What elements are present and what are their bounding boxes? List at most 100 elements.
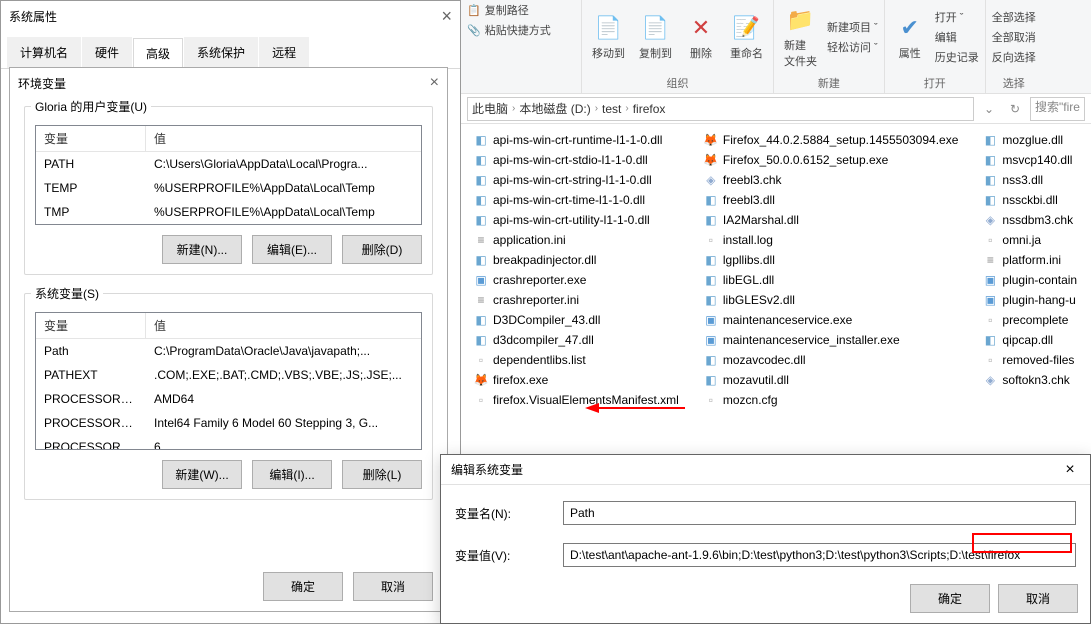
file-item[interactable]: ◧qipcap.dll [978, 330, 1081, 350]
copy-path[interactable]: 📋复制路径 [467, 2, 575, 18]
table-row[interactable]: PROCESSOR_AR...AMD64 [36, 387, 421, 411]
edit-sys-var-button[interactable]: 编辑(I)... [252, 460, 332, 489]
column-header-value[interactable]: 值 [146, 126, 421, 151]
file-item[interactable]: ▫removed-files [978, 350, 1081, 370]
chevron-right-icon[interactable]: › [593, 103, 600, 114]
file-item[interactable]: ▫dependentlibs.list [469, 350, 683, 370]
breadcrumb-drive[interactable]: 本地磁盘 (D:) [519, 100, 590, 117]
file-item[interactable]: ◧libEGL.dll [699, 270, 963, 290]
delete-user-var-button[interactable]: 删除(D) [342, 235, 422, 264]
table-row[interactable]: TMP%USERPROFILE%\AppData\Local\Temp [36, 200, 421, 224]
edit-user-var-button[interactable]: 编辑(E)... [252, 235, 332, 264]
ok-button[interactable]: 确定 [910, 584, 990, 613]
file-item[interactable]: ◈nssdbm3.chk [978, 210, 1081, 230]
file-item[interactable]: ◧nssckbi.dll [978, 190, 1081, 210]
paste-shortcut[interactable]: 📎粘贴快捷方式 [467, 22, 575, 38]
table-row[interactable]: TEMP%USERPROFILE%\AppData\Local\Temp [36, 176, 421, 200]
file-item[interactable]: ◧d3dcompiler_47.dll [469, 330, 683, 350]
file-item[interactable]: ◧api-ms-win-crt-stdio-l1-1-0.dll [469, 150, 683, 170]
file-item[interactable]: ◧mozavutil.dll [699, 370, 963, 390]
refresh-icon[interactable]: ↻ [1004, 98, 1026, 120]
file-item[interactable]: ◈freebl3.chk [699, 170, 963, 190]
close-icon[interactable]: × [430, 74, 439, 92]
file-item[interactable]: ◧api-ms-win-crt-string-l1-1-0.dll [469, 170, 683, 190]
table-row[interactable]: PATHEXT.COM;.EXE;.BAT;.CMD;.VBS;.VBE;.JS… [36, 363, 421, 387]
table-row[interactable]: PATHC:\Users\Gloria\AppData\Local\Progra… [36, 152, 421, 176]
new-user-var-button[interactable]: 新建(N)... [162, 235, 242, 264]
chevron-right-icon[interactable]: › [623, 103, 630, 114]
file-item[interactable]: ◧mozavcodec.dll [699, 350, 963, 370]
file-item[interactable]: ▣maintenanceservice_installer.exe [699, 330, 963, 350]
file-item[interactable]: ◧D3DCompiler_43.dll [469, 310, 683, 330]
tab-remote[interactable]: 远程 [259, 37, 309, 68]
chevron-right-icon[interactable]: › [510, 103, 517, 114]
file-item[interactable]: ◧breakpadinjector.dll [469, 250, 683, 270]
variable-name-input[interactable] [563, 501, 1076, 525]
file-item[interactable]: 🦊Firefox_44.0.2.5884_setup.1455503094.ex… [699, 130, 963, 150]
select-none[interactable]: 全部取消 [992, 29, 1036, 45]
file-item[interactable]: ▣crashreporter.exe [469, 270, 683, 290]
file-item[interactable]: ▫precomplete [978, 310, 1081, 330]
file-item[interactable]: ▣plugin-hang-u [978, 290, 1081, 310]
easy-access[interactable]: 轻松访问 ˇ [827, 39, 878, 55]
file-item[interactable]: ◧mozglue.dll [978, 130, 1081, 150]
tab-advanced[interactable]: 高级 [133, 38, 183, 69]
new-sys-var-button[interactable]: 新建(W)... [162, 460, 242, 489]
cancel-button[interactable]: 取消 [998, 584, 1078, 613]
file-item[interactable]: ◧api-ms-win-crt-runtime-l1-1-0.dll [469, 130, 683, 150]
ok-button[interactable]: 确定 [263, 572, 343, 601]
copy-to-button[interactable]: 📄复制到 [635, 11, 676, 63]
rename-button[interactable]: 📝重命名 [726, 11, 767, 63]
properties-button[interactable]: ✔属性 [891, 11, 929, 63]
file-item[interactable]: ▫install.log [699, 230, 963, 250]
file-item[interactable]: ◧nss3.dll [978, 170, 1081, 190]
select-all[interactable]: 全部选择 [992, 9, 1036, 25]
move-to-button[interactable]: 📄移动到 [588, 11, 629, 63]
file-item[interactable]: ▣plugin-contain [978, 270, 1081, 290]
close-icon[interactable]: × [441, 6, 452, 27]
table-row[interactable]: PROCESSOR_IDE...Intel64 Family 6 Model 6… [36, 411, 421, 435]
file-item[interactable]: 🦊Firefox_50.0.0.6152_setup.exe [699, 150, 963, 170]
breadcrumb-dir2[interactable]: firefox [633, 102, 666, 116]
table-row[interactable]: PathC:\ProgramData\Oracle\Java\javapath;… [36, 339, 421, 363]
breadcrumb-dir1[interactable]: test [602, 102, 621, 116]
breadcrumb-root[interactable]: 此电脑 [472, 100, 508, 117]
search-input[interactable]: 搜索"fire [1030, 97, 1085, 121]
open-menu[interactable]: 打开 ˇ [935, 9, 979, 25]
column-header-value[interactable]: 值 [146, 313, 421, 338]
invert-selection[interactable]: 反向选择 [992, 49, 1036, 65]
file-item[interactable]: ▫mozcn.cfg [699, 390, 963, 410]
file-item[interactable]: ◧libGLESv2.dll [699, 290, 963, 310]
file-item[interactable]: ≡application.ini [469, 230, 683, 250]
tab-hardware[interactable]: 硬件 [82, 37, 132, 68]
cancel-button[interactable]: 取消 [353, 572, 433, 601]
variable-value-input[interactable] [563, 543, 1076, 567]
tab-computer-name[interactable]: 计算机名 [7, 37, 81, 68]
file-item[interactable]: ≡platform.ini [978, 250, 1081, 270]
dropdown-icon[interactable]: ⌄ [978, 98, 1000, 120]
new-item[interactable]: 新建项目 ˇ [827, 19, 878, 35]
column-header-variable[interactable]: 变量 [36, 126, 146, 151]
close-icon[interactable]: × [1050, 455, 1090, 485]
file-item[interactable]: ◧lgpllibs.dll [699, 250, 963, 270]
file-item[interactable]: ≡crashreporter.ini [469, 290, 683, 310]
table-row[interactable]: PROCESSOR_LEV...6 [36, 435, 421, 449]
history[interactable]: 历史记录 [935, 49, 979, 65]
column-header-variable[interactable]: 变量 [36, 313, 146, 338]
file-item[interactable]: ◧api-ms-win-crt-utility-l1-1-0.dll [469, 210, 683, 230]
tab-system-protection[interactable]: 系统保护 [184, 37, 258, 68]
file-item[interactable]: ◧api-ms-win-crt-time-l1-1-0.dll [469, 190, 683, 210]
file-item[interactable]: ◧msvcp140.dll [978, 150, 1081, 170]
delete-button[interactable]: ✕删除 [682, 11, 720, 63]
file-item[interactable]: ◧IA2Marshal.dll [699, 210, 963, 230]
file-item[interactable]: ▣maintenanceservice.exe [699, 310, 963, 330]
file-item[interactable]: ▫omni.ja [978, 230, 1081, 250]
file-item[interactable]: ◧freebl3.dll [699, 190, 963, 210]
edit-file[interactable]: 编辑 [935, 29, 979, 45]
delete-sys-var-button[interactable]: 删除(L) [342, 460, 422, 489]
file-item[interactable]: 🦊firefox.exe [469, 370, 683, 390]
new-folder-button[interactable]: 📁新建 文件夹 [780, 3, 821, 71]
file-item[interactable]: ◈softokn3.chk [978, 370, 1081, 390]
file-item[interactable]: ▫firefox.VisualElementsManifest.xml [469, 390, 683, 410]
breadcrumb[interactable]: 此电脑 › 本地磁盘 (D:) › test › firefox [467, 97, 974, 121]
